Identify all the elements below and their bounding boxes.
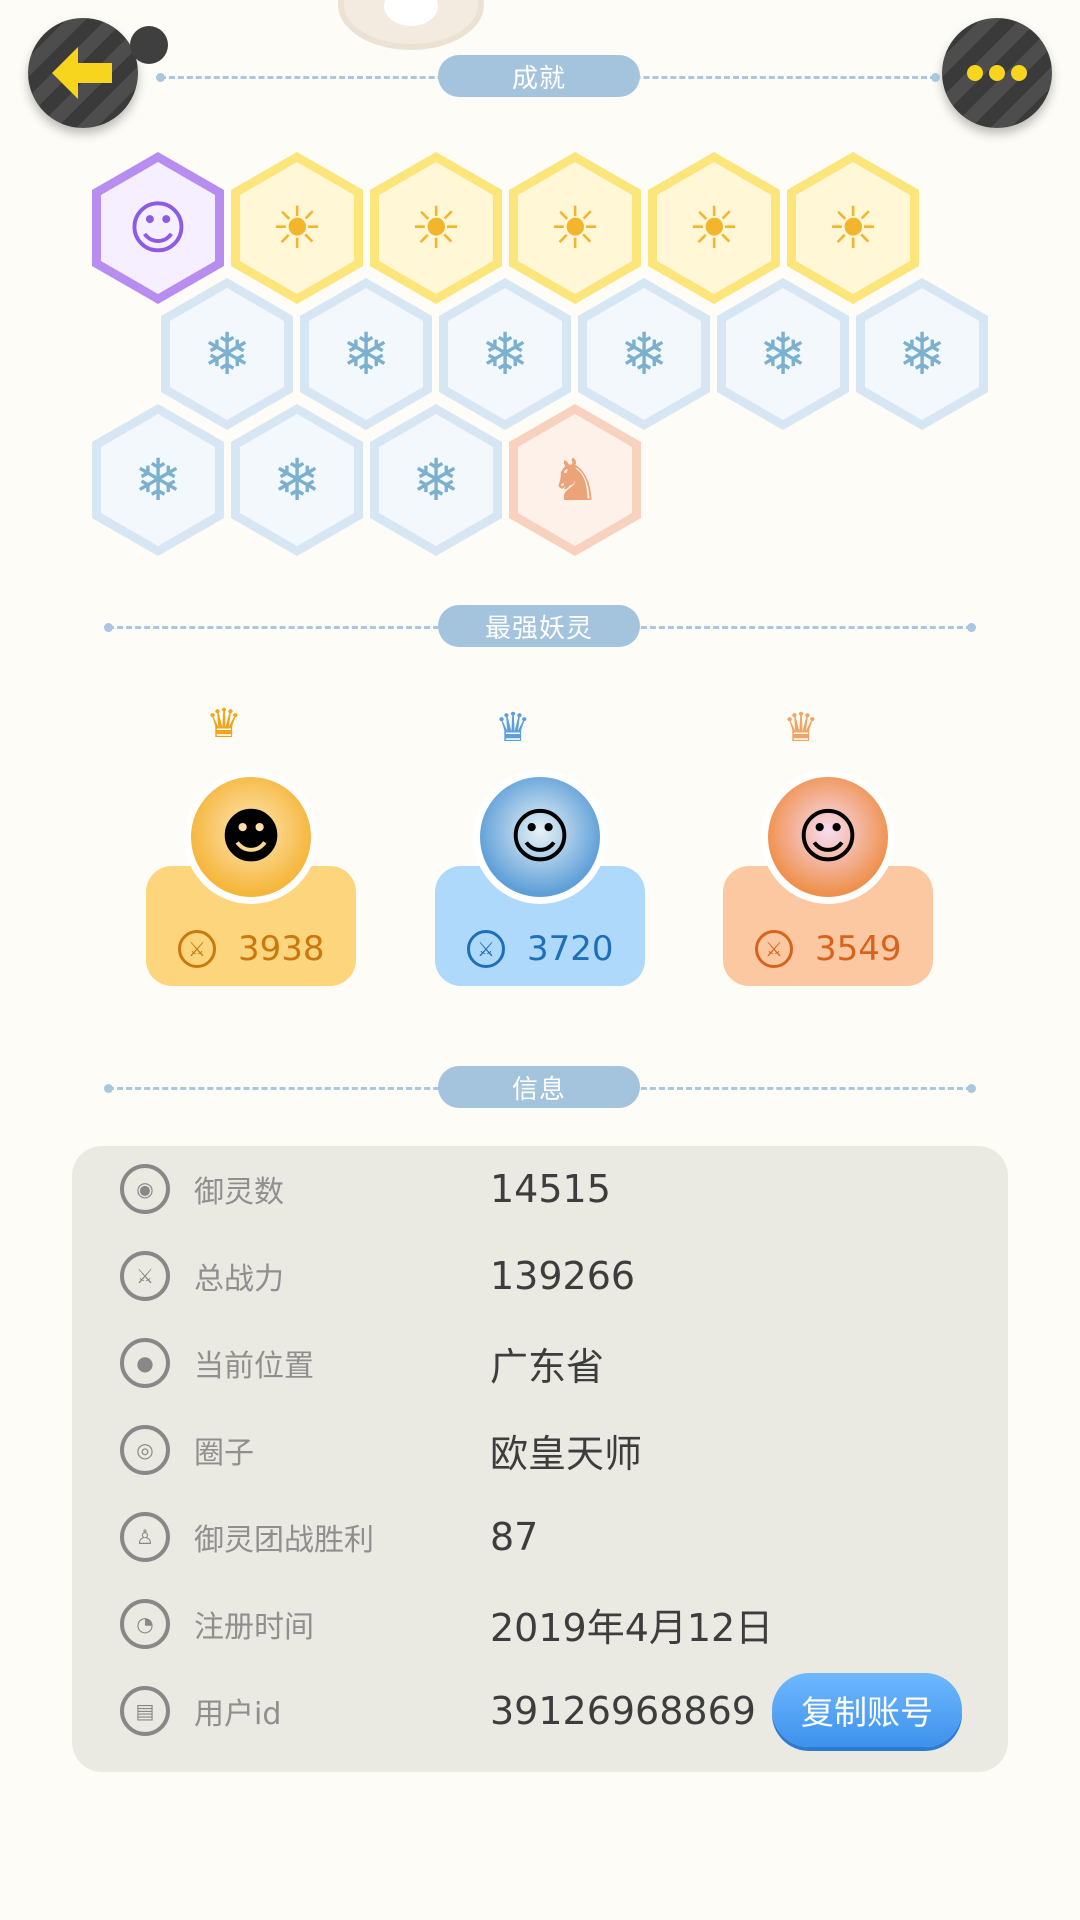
info-label: 用户id bbox=[194, 1697, 282, 1732]
more-dots-icon bbox=[967, 65, 1027, 81]
achievement-badge[interactable]: ☀ bbox=[370, 152, 502, 304]
horned-statue-badge-icon: ♞ bbox=[549, 446, 601, 514]
yinyang-comet-badge-icon: ☀ bbox=[549, 194, 601, 262]
spirit-figure-badge-icon: ❄ bbox=[619, 320, 669, 388]
info-value: 欧皇天师 bbox=[490, 1431, 643, 1476]
location-pin-icon: ● bbox=[120, 1338, 170, 1388]
info-value: 广东省 bbox=[490, 1344, 605, 1389]
back-button[interactable] bbox=[28, 18, 168, 128]
achievement-badge[interactable]: ❄ bbox=[231, 404, 363, 556]
spirit-count-icon: ◉ bbox=[120, 1164, 170, 1214]
info-row-team-wins: ♙ 御灵团战胜利 87 bbox=[72, 1494, 1008, 1580]
achievement-badge[interactable]: ❄ bbox=[578, 278, 710, 430]
copy-account-button[interactable]: 复制账号 bbox=[772, 1673, 962, 1747]
info-label: 圈子 bbox=[194, 1436, 254, 1471]
achievement-badge[interactable]: ☺ bbox=[92, 152, 224, 304]
info-row-location: ● 当前位置 广东省 bbox=[72, 1320, 1008, 1406]
sword-power-icon: ⚔ bbox=[467, 930, 505, 968]
spirit-portrait[interactable]: ☺ bbox=[761, 770, 895, 904]
user-id-icon: ▤ bbox=[120, 1686, 170, 1736]
yinyang-cube-badge-icon: ☀ bbox=[688, 194, 740, 262]
back-arrow-icon bbox=[52, 47, 112, 99]
gold-crown-icon: ♛ bbox=[206, 701, 242, 747]
spirit-power-value: 3549 bbox=[815, 929, 902, 969]
golden-orb-badge-icon: ☀ bbox=[410, 194, 462, 262]
info-label: 总战力 bbox=[194, 1262, 284, 1297]
fox-book-badge-icon: ☀ bbox=[827, 194, 879, 262]
achievement-badge[interactable]: ❄ bbox=[856, 278, 988, 430]
info-label: 御灵团战胜利 bbox=[194, 1523, 374, 1558]
info-value: 2019年4月12日 bbox=[490, 1605, 774, 1650]
spirit-power-value: 3720 bbox=[527, 929, 614, 969]
achievement-badge[interactable]: ❄ bbox=[300, 278, 432, 430]
sun-medal-badge-icon: ☀ bbox=[271, 194, 323, 262]
clock-icon: ◔ bbox=[120, 1599, 170, 1649]
sneaker-badge-icon: ❄ bbox=[202, 320, 252, 388]
info-panel: ◉ 御灵数 14515 ⚔ 总战力 139266 ● 当前位置 广东省 ◎ 圈子… bbox=[72, 1146, 1008, 1772]
info-value: 14515 bbox=[490, 1167, 611, 1211]
achievement-badge[interactable]: ♞ bbox=[509, 404, 641, 556]
shield-badge-icon: ❄ bbox=[272, 446, 322, 514]
spirit-portrait[interactable]: ☺ bbox=[473, 770, 607, 904]
info-row-total-power: ⚔ 总战力 139266 bbox=[72, 1233, 1008, 1319]
achievement-badge[interactable]: ☀ bbox=[648, 152, 780, 304]
achievement-badge[interactable]: ❄ bbox=[439, 278, 571, 430]
achievement-badge[interactable]: ❄ bbox=[161, 278, 293, 430]
section-title-strongest: 最强妖灵 bbox=[438, 605, 640, 647]
blue-crown-icon: ♛ bbox=[495, 705, 531, 751]
achievement-badge[interactable]: ❄ bbox=[92, 404, 224, 556]
profile-avatar bbox=[338, 0, 484, 50]
spirit-power-value: 3938 bbox=[238, 929, 325, 969]
sword-power-icon: ⚔ bbox=[178, 930, 216, 968]
sword-power-icon: ⚔ bbox=[120, 1251, 170, 1301]
info-label: 注册时间 bbox=[194, 1610, 314, 1645]
info-label: 御灵数 bbox=[194, 1175, 284, 1210]
bear-badge-icon: ❄ bbox=[411, 446, 461, 514]
info-row-user-id: ▤ 用户id 39126968869 复制账号 bbox=[72, 1668, 1008, 1754]
achievement-badge[interactable]: ❄ bbox=[370, 404, 502, 556]
circle-target-icon: ◎ bbox=[120, 1425, 170, 1475]
more-button[interactable] bbox=[942, 18, 1052, 128]
achievement-badge[interactable]: ☀ bbox=[787, 152, 919, 304]
achievement-badge[interactable]: ☀ bbox=[509, 152, 641, 304]
spirit-portrait[interactable]: ☻ bbox=[184, 770, 318, 904]
stroller-badge-icon: ❄ bbox=[758, 320, 808, 388]
info-value: 39126968869 bbox=[490, 1689, 756, 1733]
team-battle-icon: ♙ bbox=[120, 1512, 170, 1562]
purple-cat-badge-icon: ☺ bbox=[127, 194, 189, 262]
achievement-badge[interactable]: ☀ bbox=[231, 152, 363, 304]
achievement-badge[interactable]: ❄ bbox=[717, 278, 849, 430]
info-label: 当前位置 bbox=[194, 1349, 314, 1384]
moon-badge-icon: ❄ bbox=[341, 320, 391, 388]
section-title-achievements: 成就 bbox=[438, 55, 640, 97]
info-row-register-time: ◔ 注册时间 2019年4月12日 bbox=[72, 1581, 1008, 1667]
crystal-badge-icon: ❄ bbox=[480, 320, 530, 388]
cat-balloon-badge-icon: ❄ bbox=[897, 320, 947, 388]
section-title-info: 信息 bbox=[438, 1066, 640, 1108]
orange-crown-icon: ♛ bbox=[783, 705, 819, 751]
info-row-circle: ◎ 圈子 欧皇天师 bbox=[72, 1407, 1008, 1493]
info-value: 87 bbox=[490, 1515, 539, 1559]
sword-power-icon: ⚔ bbox=[755, 930, 793, 968]
info-row-spirit-count: ◉ 御灵数 14515 bbox=[72, 1146, 1008, 1232]
info-value: 139266 bbox=[490, 1254, 636, 1298]
koi-fish-badge-icon: ❄ bbox=[133, 446, 183, 514]
